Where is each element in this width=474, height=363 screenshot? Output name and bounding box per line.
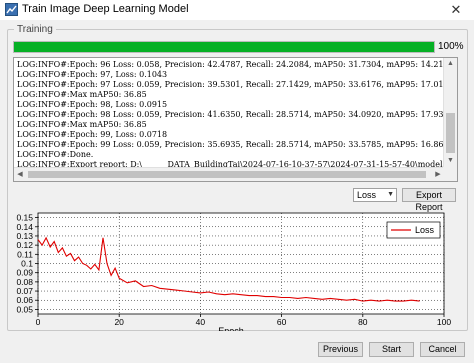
- close-button[interactable]: ✕: [438, 0, 474, 20]
- y-tick-label: 0.08: [16, 277, 33, 287]
- y-tick-label: 0.06: [16, 295, 33, 305]
- train-model-window: Train Image Deep Learning Model ✕ Traini…: [0, 0, 474, 363]
- window-title: Train Image Deep Learning Model: [22, 3, 189, 15]
- log-line: LOG:INFO#:Epoch: 99 Loss: 0.059, Precisi…: [17, 140, 454, 149]
- log-line: LOG:INFO#:Max mAP50: 36.85: [17, 120, 147, 129]
- app-icon: [5, 3, 18, 16]
- log-line: LOG:INFO#:Epoch: 97, Loss: 0.1043: [17, 70, 168, 79]
- x-axis-label: Epoch: [218, 326, 244, 331]
- log-line: LOG:INFO#:Epoch: 96 Loss: 0.058, Precisi…: [17, 60, 454, 69]
- training-progress-bar: [13, 41, 435, 53]
- metric-select[interactable]: Loss ▼: [353, 188, 397, 202]
- scroll-up-arrow-icon[interactable]: ▲: [444, 58, 457, 70]
- y-tick-label: 0.14: [16, 222, 33, 232]
- training-group-label: Training: [14, 24, 56, 35]
- scroll-down-arrow-icon[interactable]: ▼: [444, 155, 457, 167]
- progress-percent-text: 100%: [438, 41, 464, 52]
- scrollbar-corner: [443, 167, 457, 181]
- loss-chart: 0.050.060.070.080.090.10.110.120.130.140…: [16, 213, 451, 331]
- y-tick-label: 0.05: [16, 304, 33, 314]
- log-line: LOG:INFO#:Max mAP50: 36.85: [17, 90, 147, 99]
- y-tick-label: 0.07: [16, 286, 33, 296]
- x-tick-label: 40: [196, 317, 206, 327]
- log-output[interactable]: LOG:INFO#:Epoch: 96 Loss: 0.058, Precisi…: [13, 57, 458, 182]
- export-report-button[interactable]: Export Report: [402, 188, 456, 212]
- y-tick-label: 0.15: [16, 213, 33, 223]
- log-line: LOG:INFO#:Epoch: 97 Loss: 0.059, Precisi…: [17, 80, 454, 89]
- x-tick-label: 0: [36, 317, 41, 327]
- log-line: LOG:INFO#:Epoch: 98 Loss: 0.059, Precisi…: [17, 110, 454, 119]
- x-tick-label: 60: [277, 317, 287, 327]
- log-line: LOG:INFO#:Epoch: 98, Loss: 0.0915: [17, 100, 168, 109]
- log-line: LOG:INFO#:Done.: [17, 150, 94, 159]
- progress-fill: [14, 42, 434, 52]
- x-tick-label: 20: [114, 317, 124, 327]
- scroll-left-arrow-icon[interactable]: ◀: [14, 168, 26, 181]
- log-lines: LOG:INFO#:Epoch: 96 Loss: 0.058, Precisi…: [17, 60, 454, 181]
- horizontal-scroll-thumb[interactable]: [28, 171, 426, 178]
- x-tick-label: 80: [358, 317, 368, 327]
- y-tick-label: 0.13: [16, 231, 33, 241]
- title-bar: Train Image Deep Learning Model ✕: [0, 0, 474, 20]
- y-tick-label: 0.12: [16, 240, 33, 250]
- vertical-scroll-thumb[interactable]: [446, 113, 455, 153]
- chevron-down-icon: ▼: [387, 191, 394, 198]
- metric-select-value: Loss: [357, 190, 377, 200]
- log-horizontal-scrollbar[interactable]: ◀ ▶: [14, 167, 444, 181]
- previous-button[interactable]: Previous: [318, 342, 363, 357]
- start-button[interactable]: Start: [369, 342, 414, 357]
- legend-label: Loss: [415, 225, 435, 235]
- y-tick-label: 0.1: [21, 259, 33, 269]
- y-tick-label: 0.11: [17, 249, 33, 259]
- y-tick-label: 0.09: [16, 268, 33, 278]
- close-icon: ✕: [450, 2, 462, 17]
- log-vertical-scrollbar[interactable]: ▲ ▼: [443, 58, 457, 167]
- cancel-button[interactable]: Cancel: [420, 342, 465, 357]
- x-tick-label: 100: [437, 317, 451, 327]
- log-line: LOG:INFO#:Epoch: 99, Loss: 0.0718: [17, 130, 168, 139]
